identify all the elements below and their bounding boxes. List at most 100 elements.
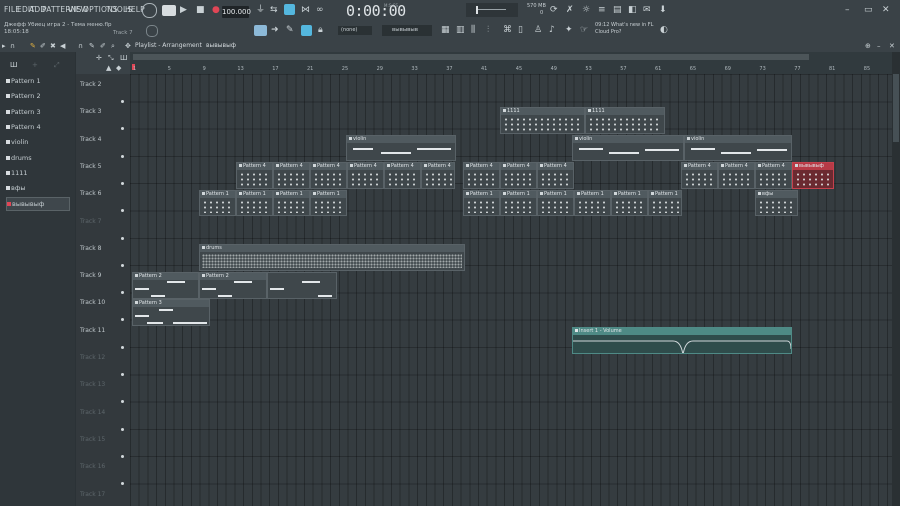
clip-pattern-1[interactable]: Pattern 1 (236, 190, 273, 216)
clip-pattern-4[interactable]: Pattern 4 (755, 162, 792, 189)
pattern-list-item[interactable]: Pattern 1 (6, 75, 68, 87)
track-mute-led[interactable] (121, 291, 124, 295)
playlist-nav-icon[interactable]: ✥ (125, 41, 131, 51)
snap-select[interactable]: (none) (338, 26, 372, 35)
blend-notes-icon[interactable]: ⋈ (301, 5, 310, 15)
playlist-pattern-name[interactable]: вывывыф (206, 42, 236, 49)
track-mute-led[interactable] (121, 318, 124, 322)
clip-pattern-1[interactable]: Pattern 1 (463, 190, 500, 216)
master-volume-knob[interactable] (142, 3, 157, 18)
arrow-icon[interactable]: ▸ (2, 41, 6, 51)
clip-pattern-2[interactable]: Pattern 2 (132, 272, 199, 299)
close-icon[interactable]: ✕ (882, 5, 890, 15)
news-arrow-icon[interactable]: ◐ (660, 25, 668, 35)
pattern-list-item[interactable]: 1111 (6, 167, 68, 179)
link-icon[interactable]: ⤢ (54, 60, 60, 70)
playlist-magnet-icon[interactable]: ∩ (78, 41, 83, 51)
track-mute-led[interactable] (121, 154, 124, 158)
clip-automation[interactable]: Insert 1 - Volume (572, 327, 792, 354)
track-label[interactable]: Track 11 (80, 327, 105, 334)
play-icon[interactable]: ▶ (180, 5, 187, 15)
track-tools-icon[interactable]: ⤡ (108, 53, 114, 63)
brush-button[interactable] (301, 25, 312, 36)
playlist-min-icon[interactable]: – (877, 41, 881, 51)
clip-pattern-4[interactable]: Pattern 4 (463, 162, 500, 189)
clip-vfy[interactable]: вфы (755, 190, 798, 216)
news-line-1[interactable]: What's new in FL (611, 22, 653, 28)
clip-pattern-1[interactable]: Pattern 1 (574, 190, 611, 216)
track-mute-led[interactable] (121, 454, 124, 458)
pattern-list-item[interactable]: Pattern 4 (6, 121, 68, 133)
chat-icon[interactable]: ✉ (643, 5, 651, 15)
record-icon[interactable]: ● (212, 5, 220, 15)
clip-pattern-1[interactable]: Pattern 1 (648, 190, 682, 216)
track-label[interactable]: Track 17 (80, 491, 105, 498)
clip-pattern-1[interactable]: Pattern 1 (199, 190, 236, 216)
fader-icon[interactable]: ⫶ (487, 25, 489, 35)
stamp-icon[interactable]: ✦ (565, 25, 573, 35)
clip-pattern-1[interactable]: Pattern 1 (611, 190, 648, 216)
clip-pattern-4[interactable]: Pattern 4 (718, 162, 755, 189)
playlist-zoom-icon[interactable]: ⌕ (111, 41, 115, 51)
paint-tool-icon[interactable]: ✐ (40, 41, 46, 51)
loop-record-icon[interactable]: ∞ (316, 5, 324, 15)
clip-pattern-3[interactable]: Pattern 3 (132, 299, 210, 326)
clip-pattern-4[interactable]: Pattern 4 (236, 162, 273, 189)
clip-pattern-1[interactable]: Pattern 1 (500, 190, 537, 216)
clip-pattern-4[interactable]: Pattern 4 (347, 162, 384, 189)
playlist-title[interactable]: Playlist - Arrangement (135, 42, 202, 49)
clip-pattern-1[interactable]: Pattern 1 (273, 190, 310, 216)
piano-roll-icon[interactable]: ▦ (441, 25, 450, 35)
playlist-button[interactable] (254, 25, 267, 36)
clip-pattern-4[interactable]: Pattern 4 (421, 162, 455, 189)
track-mute-led[interactable] (121, 345, 124, 349)
track-label[interactable]: Track 5 (80, 163, 101, 170)
clip-pattern-4[interactable]: Pattern 4 (537, 162, 574, 189)
touch-icon[interactable]: ☞ (580, 25, 588, 35)
countdown-button[interactable] (284, 4, 295, 15)
pattern-list-item[interactable]: Pattern 3 (6, 106, 68, 118)
channel-rack-icon[interactable]: ▤ (613, 5, 622, 15)
track-mute-led[interactable] (121, 100, 124, 103)
scroll-down-icon[interactable]: ◆ (116, 63, 121, 73)
clip-pattern-2[interactable]: Pattern 2 (199, 272, 267, 299)
vertical-scrollbar[interactable] (892, 52, 900, 506)
track-mute-led[interactable] (121, 127, 124, 131)
track-label[interactable]: Track 12 (80, 354, 105, 361)
arrow-right-icon[interactable]: ➜ (271, 25, 279, 35)
clip-pattern-4[interactable]: Pattern 4 (273, 162, 310, 189)
track-mute-led[interactable] (121, 263, 124, 267)
track-label[interactable]: Track 2 (80, 81, 101, 88)
clip-pattern-1[interactable]: Pattern 1 (310, 190, 347, 216)
clip-1111[interactable]: 1111 (500, 107, 585, 134)
tuner-icon[interactable]: ☼ (582, 5, 590, 15)
track-mute-led[interactable] (121, 373, 124, 376)
clip-pattern-4[interactable]: Pattern 4 (500, 162, 537, 189)
track-label[interactable]: Track 4 (80, 136, 101, 143)
mute-tool-icon[interactable]: ◀ (60, 41, 65, 51)
pat-song-toggle[interactable] (162, 5, 176, 16)
download-icon[interactable]: ⬇ (659, 5, 667, 15)
clip-pattern-4[interactable]: Pattern 4 (310, 162, 347, 189)
track-label[interactable]: Track 8 (80, 245, 101, 252)
clip-selected-pattern[interactable]: вывывыф (792, 162, 834, 189)
track-mute-led[interactable] (121, 400, 124, 404)
pattern-list-item[interactable]: violin (6, 136, 68, 148)
playlist-pencil-icon[interactable]: ✎ (89, 41, 95, 51)
magnet-icon[interactable]: ∩ (10, 41, 15, 51)
playlist-pin-icon[interactable]: ⊕ (865, 41, 871, 51)
clip-pattern-4[interactable]: Pattern 4 (681, 162, 718, 189)
clip-violin[interactable]: violin (684, 135, 792, 161)
plugin-icon[interactable]: ◧ (628, 5, 637, 15)
pattern-selector[interactable]: вывывыв (382, 25, 432, 36)
track-label[interactable]: Track 16 (80, 463, 105, 470)
picker-icon[interactable]: Ш (120, 53, 128, 63)
track-mute-led[interactable] (121, 427, 124, 431)
mic-icon[interactable]: ✗ (566, 5, 574, 15)
vertical-scroll-thumb[interactable] (893, 74, 899, 142)
add-track-icon[interactable]: ✛ (96, 53, 102, 63)
pencil-tool-icon[interactable]: ✎ (30, 41, 36, 51)
pattern-list-item[interactable]: Pattern 2 (6, 90, 68, 102)
speaker-icon[interactable]: ♪ (549, 25, 555, 35)
mixer-icon[interactable]: ≡ (598, 5, 606, 15)
